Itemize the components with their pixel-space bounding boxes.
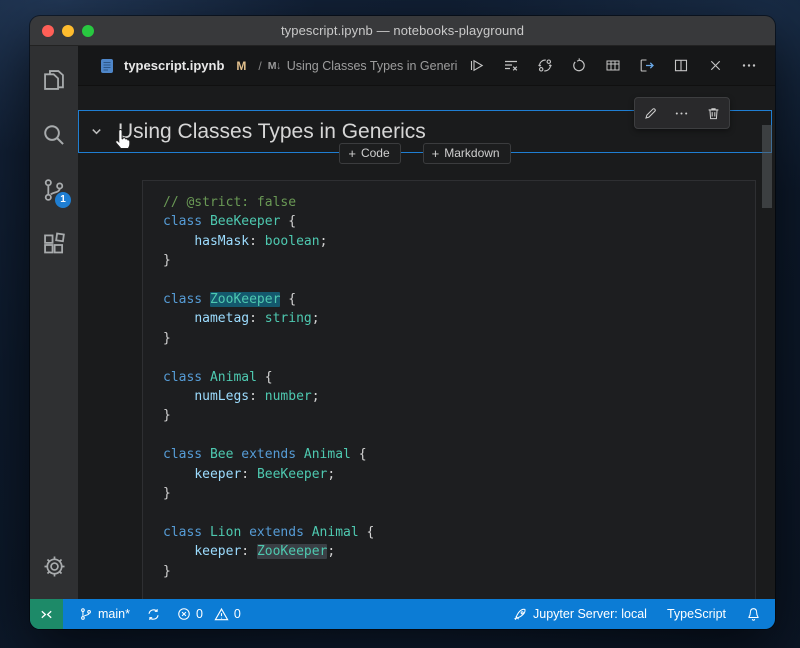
remote-icon bbox=[39, 607, 54, 622]
title-bar: typescript.ipynb — notebooks-playground bbox=[30, 16, 775, 46]
code-line[interactable]: // @strict: false bbox=[163, 193, 755, 212]
status-bar: main* 0 bbox=[30, 599, 775, 629]
warning-icon bbox=[214, 607, 229, 622]
error-icon bbox=[177, 607, 191, 621]
sync-status[interactable] bbox=[146, 607, 161, 622]
code-line[interactable]: } bbox=[163, 406, 755, 425]
code-line[interactable]: hasMask: boolean; bbox=[163, 232, 755, 251]
variables-button[interactable] bbox=[605, 58, 621, 74]
markdown-heading: Using Classes Types in Generics bbox=[118, 120, 426, 144]
sidebar-item-search[interactable] bbox=[30, 107, 78, 162]
notifications-button[interactable] bbox=[746, 607, 761, 622]
kernel-sync-button[interactable] bbox=[537, 58, 553, 74]
mouse-cursor-hand bbox=[112, 128, 134, 152]
more-actions-button[interactable] bbox=[741, 58, 757, 74]
notebook-editor: Using Classes Types in Generics bbox=[78, 86, 775, 599]
code-line[interactable]: } bbox=[163, 562, 755, 581]
sidebar-item-explorer[interactable] bbox=[30, 52, 78, 107]
code-line[interactable] bbox=[163, 348, 755, 367]
files-icon bbox=[41, 67, 67, 93]
clear-outputs-button[interactable] bbox=[503, 58, 519, 74]
plus-icon: + bbox=[432, 147, 440, 160]
code-line[interactable]: class Bee extends Animal { bbox=[163, 445, 755, 464]
sidebar-item-source-control[interactable]: 1 bbox=[30, 162, 78, 217]
notebook-actions bbox=[469, 58, 757, 74]
code-editor[interactable]: // @strict: falseclass BeeKeeper { hasMa… bbox=[143, 181, 755, 581]
more-cell-actions-button[interactable] bbox=[671, 102, 693, 124]
extensions-icon bbox=[41, 232, 67, 258]
split-editor-button[interactable] bbox=[673, 58, 689, 74]
remote-indicator[interactable] bbox=[30, 599, 63, 629]
problems-status[interactable]: 0 0 bbox=[177, 607, 241, 622]
code-line[interactable]: class Lion extends Animal { bbox=[163, 523, 755, 542]
code-line[interactable] bbox=[163, 271, 755, 290]
rocket-icon bbox=[513, 607, 528, 622]
edit-cell-button[interactable] bbox=[640, 102, 662, 124]
code-line[interactable]: } bbox=[163, 329, 755, 348]
sidebar-item-extensions[interactable] bbox=[30, 217, 78, 272]
add-markdown-cell-button[interactable]: + Markdown bbox=[423, 143, 511, 164]
code-line[interactable]: nametag: string; bbox=[163, 309, 755, 328]
warning-count: 0 bbox=[234, 607, 241, 621]
notebook-toolbar: typescript.ipynb M / M↓ Using Classes Ty… bbox=[78, 46, 775, 86]
code-line[interactable]: class ZooKeeper { bbox=[163, 290, 755, 309]
add-code-cell-button[interactable]: + Code bbox=[339, 143, 400, 164]
insert-cell-toolbar: + Code + Markdown bbox=[78, 143, 772, 164]
breadcrumb-separator: / bbox=[258, 59, 261, 73]
git-branch-status[interactable]: main* bbox=[79, 607, 130, 621]
code-line[interactable]: } bbox=[163, 251, 755, 270]
code-line[interactable]: keeper: ZooKeeper; bbox=[163, 542, 755, 561]
code-line[interactable] bbox=[163, 426, 755, 445]
breadcrumb-cell-title[interactable]: Using Classes Types in Generi bbox=[287, 59, 458, 73]
export-button[interactable] bbox=[639, 58, 655, 74]
code-line[interactable]: } bbox=[163, 484, 755, 503]
vscode-window: typescript.ipynb — notebooks-playground bbox=[30, 16, 775, 629]
jupyter-server-status[interactable]: Jupyter Server: local bbox=[513, 607, 647, 622]
cell-hover-toolbar bbox=[634, 97, 730, 129]
code-line[interactable]: numLegs: number; bbox=[163, 387, 755, 406]
markdown-cell-icon: M↓ bbox=[268, 60, 281, 72]
desktop-background: typescript.ipynb — notebooks-playground bbox=[0, 0, 800, 648]
code-line[interactable]: keeper: BeeKeeper; bbox=[163, 465, 755, 484]
breadcrumb-file-name[interactable]: typescript.ipynb bbox=[124, 58, 224, 73]
sync-icon bbox=[146, 607, 161, 622]
code-line[interactable]: class BeeKeeper { bbox=[163, 212, 755, 231]
git-modified-badge: M bbox=[236, 59, 246, 73]
close-icon[interactable] bbox=[707, 58, 723, 74]
error-count: 0 bbox=[196, 607, 203, 621]
plus-icon: + bbox=[348, 147, 356, 160]
window-title: typescript.ipynb — notebooks-playground bbox=[30, 23, 775, 38]
language-mode[interactable]: TypeScript bbox=[667, 607, 726, 621]
settings-button[interactable] bbox=[30, 543, 78, 589]
run-all-button[interactable] bbox=[469, 58, 485, 74]
activity-bar: 1 bbox=[30, 46, 78, 599]
notebook-file-icon bbox=[100, 58, 114, 74]
search-icon bbox=[41, 122, 67, 148]
restart-button[interactable] bbox=[571, 58, 587, 74]
code-line[interactable] bbox=[163, 504, 755, 523]
vertical-scrollbar[interactable] bbox=[762, 125, 772, 208]
code-cell[interactable]: // @strict: falseclass BeeKeeper { hasMa… bbox=[142, 180, 756, 599]
source-control-badge: 1 bbox=[55, 192, 71, 208]
branch-icon bbox=[79, 607, 93, 621]
code-line[interactable]: class Animal { bbox=[163, 368, 755, 387]
chevron-down-icon[interactable] bbox=[88, 123, 105, 140]
bell-icon bbox=[746, 607, 761, 622]
delete-cell-button[interactable] bbox=[702, 102, 724, 124]
gear-icon bbox=[42, 554, 67, 579]
